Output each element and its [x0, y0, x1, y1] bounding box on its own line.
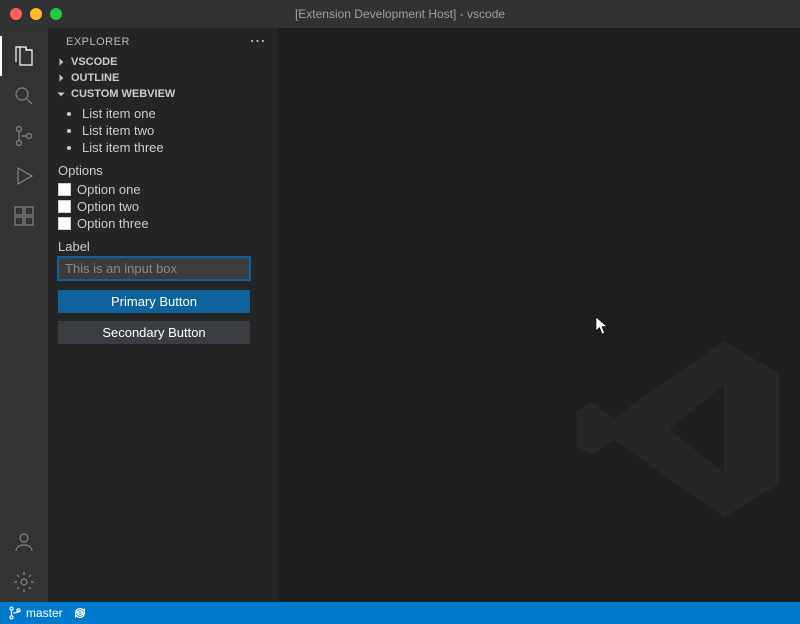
- option-label: Option three: [77, 216, 149, 231]
- branch-name: master: [26, 606, 63, 620]
- section-custom-webview[interactable]: CUSTOM WEBVIEW: [48, 86, 278, 102]
- option-row: Option three: [58, 216, 268, 231]
- titlebar: [Extension Development Host] - vscode: [0, 0, 800, 28]
- option-row: Option two: [58, 199, 268, 214]
- section-label: CUSTOM WEBVIEW: [71, 88, 175, 100]
- section-label: OUTLINE: [71, 72, 119, 84]
- option-label: Option two: [77, 199, 139, 214]
- chevron-down-icon: [54, 88, 68, 100]
- git-branch-item[interactable]: master: [8, 606, 63, 620]
- more-actions-icon[interactable]: ⋯: [250, 38, 267, 46]
- checkbox[interactable]: [58, 200, 71, 213]
- text-input[interactable]: [58, 257, 250, 280]
- sync-item[interactable]: [73, 606, 87, 620]
- git-branch-icon: [8, 606, 22, 620]
- close-window-icon[interactable]: [10, 8, 22, 20]
- secondary-button[interactable]: Secondary Button: [58, 321, 250, 344]
- chevron-right-icon: [54, 56, 68, 68]
- activity-bar: [0, 28, 48, 602]
- checkbox[interactable]: [58, 217, 71, 230]
- zoom-window-icon[interactable]: [50, 8, 62, 20]
- list-item: List item one: [82, 106, 268, 123]
- custom-webview-body: List item one List item two List item th…: [48, 102, 278, 356]
- window-title: [Extension Development Host] - vscode: [0, 7, 800, 21]
- list-item: List item two: [82, 123, 268, 140]
- option-row: Option one: [58, 182, 268, 197]
- minimize-window-icon[interactable]: [30, 8, 42, 20]
- sidebar-title: EXPLORER: [66, 36, 130, 48]
- section-vscode[interactable]: VSCODE: [48, 54, 278, 70]
- window-controls: [0, 8, 62, 20]
- section-outline[interactable]: OUTLINE: [48, 70, 278, 86]
- explorer-icon[interactable]: [0, 36, 48, 76]
- sidebar: EXPLORER ⋯ VSCODE OUTLINE CUSTOM WEBVIEW…: [48, 28, 278, 602]
- section-label: VSCODE: [71, 56, 117, 68]
- editor-area: [278, 28, 800, 602]
- list: List item one List item two List item th…: [58, 106, 268, 157]
- status-bar: master: [0, 602, 800, 624]
- options-heading: Options: [58, 163, 268, 178]
- vscode-watermark-icon: [570, 319, 790, 542]
- scm-icon[interactable]: [0, 116, 48, 156]
- primary-button[interactable]: Primary Button: [58, 290, 250, 313]
- input-label: Label: [58, 239, 268, 254]
- list-item: List item three: [82, 140, 268, 157]
- run-debug-icon[interactable]: [0, 156, 48, 196]
- chevron-right-icon: [54, 72, 68, 84]
- settings-gear-icon[interactable]: [0, 562, 48, 602]
- sync-icon: [73, 606, 87, 620]
- option-label: Option one: [77, 182, 141, 197]
- extensions-icon[interactable]: [0, 196, 48, 236]
- checkbox[interactable]: [58, 183, 71, 196]
- search-icon[interactable]: [0, 76, 48, 116]
- accounts-icon[interactable]: [0, 522, 48, 562]
